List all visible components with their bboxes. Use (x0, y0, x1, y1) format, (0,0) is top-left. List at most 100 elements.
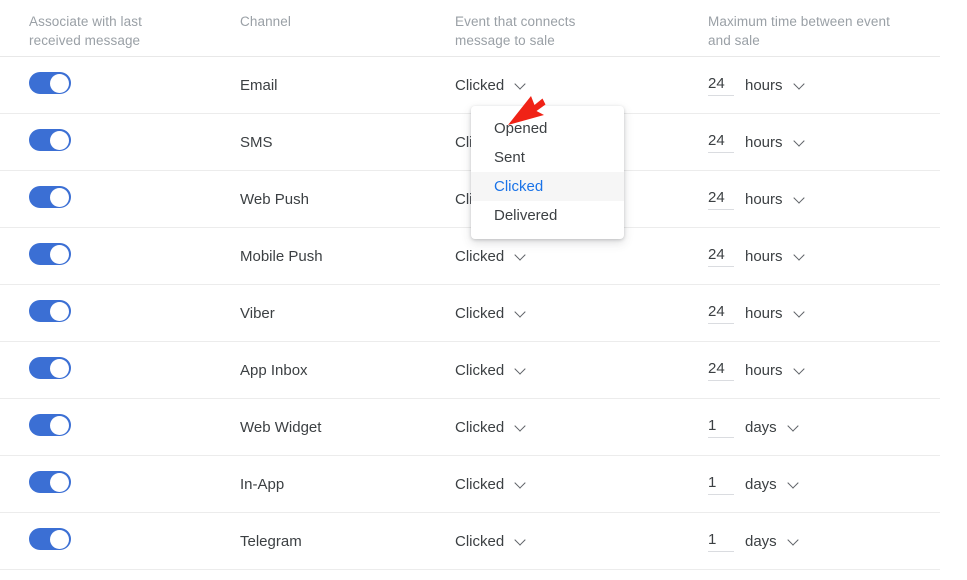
chevron-down-icon (516, 479, 527, 490)
event-cell: Clicked (444, 476, 704, 493)
event-select-value: Clicked (455, 532, 505, 550)
toggle-knob (50, 301, 69, 321)
time-unit-value: hours (745, 361, 783, 379)
channel-name: Web Push (240, 190, 309, 208)
event-select-value: Clicked (455, 304, 505, 322)
max-time-amount-input[interactable]: 24 (708, 75, 734, 96)
max-time-group: 24 hours (708, 303, 806, 324)
time-unit-select-4[interactable]: hours (745, 305, 806, 322)
event-cell: Clicked (444, 533, 704, 550)
toggle-cell (0, 357, 234, 383)
channel-name: App Inbox (240, 361, 308, 379)
time-unit-select-5[interactable]: hours (745, 362, 806, 379)
max-time-amount-input[interactable]: 24 (708, 132, 734, 153)
time-unit-select-8[interactable]: days (745, 533, 800, 550)
max-time-group: 24 hours (708, 246, 806, 267)
channel-name: Email (240, 76, 278, 94)
time-unit-value: hours (745, 247, 783, 265)
chevron-down-icon (795, 194, 806, 205)
time-unit-value: days (745, 532, 777, 550)
time-cell: 1 days (704, 531, 940, 552)
dropdown-option-opened[interactable]: Opened (471, 114, 624, 143)
event-select-5[interactable]: Clicked (455, 362, 527, 379)
event-dropdown-menu[interactable]: Opened Sent Clicked Delivered (471, 106, 624, 239)
time-unit-select-0[interactable]: hours (745, 77, 806, 94)
time-cell: 1 days (704, 474, 940, 495)
max-time-group: 1 days (708, 417, 800, 438)
associate-toggle-email[interactable] (29, 72, 71, 94)
event-select-3[interactable]: Clicked (455, 248, 527, 265)
chevron-down-icon (516, 422, 527, 433)
chevron-down-icon (795, 308, 806, 319)
table-row: In-App Clicked 1 days (0, 456, 940, 513)
table-row: App Inbox Clicked 24 hours (0, 342, 940, 399)
toggle-knob (50, 187, 69, 207)
time-unit-value: days (745, 475, 777, 493)
table-header-row: Associate with last received message Cha… (0, 0, 940, 57)
associate-toggle-telegram[interactable] (29, 528, 71, 550)
chevron-down-icon (795, 137, 806, 148)
associate-toggle-in-app[interactable] (29, 471, 71, 493)
associate-toggle-web-widget[interactable] (29, 414, 71, 436)
toggle-knob (50, 73, 69, 93)
time-cell: 24 hours (704, 303, 940, 324)
time-unit-value: hours (745, 133, 783, 151)
toggle-cell (0, 414, 234, 440)
table-row: Web Push Clicked 24 hours (0, 171, 940, 228)
max-time-amount-input[interactable]: 1 (708, 474, 734, 495)
dropdown-option-sent[interactable]: Sent (471, 143, 624, 172)
associate-toggle-mobile-push[interactable] (29, 243, 71, 265)
max-time-amount-input[interactable]: 24 (708, 189, 734, 210)
chevron-down-icon (789, 536, 800, 547)
event-select-value: Clicked (455, 418, 505, 436)
time-cell: 24 hours (704, 75, 940, 96)
event-select-value: Clicked (455, 361, 505, 379)
time-cell: 24 hours (704, 246, 940, 267)
max-time-amount-input[interactable]: 24 (708, 303, 734, 324)
time-unit-select-6[interactable]: days (745, 419, 800, 436)
event-select-8[interactable]: Clicked (455, 533, 527, 550)
associate-toggle-sms[interactable] (29, 129, 71, 151)
toggle-knob (50, 529, 69, 549)
max-time-amount-input[interactable]: 1 (708, 417, 734, 438)
time-unit-select-2[interactable]: hours (745, 191, 806, 208)
toggle-cell (0, 471, 234, 497)
max-time-amount-input[interactable]: 24 (708, 360, 734, 381)
event-cell: Clicked (444, 419, 704, 436)
toggle-cell (0, 72, 234, 98)
max-time-amount-input[interactable]: 24 (708, 246, 734, 267)
header-associate-with-last-received-message: Associate with last received message (29, 14, 142, 48)
event-select-0[interactable]: Clicked (455, 77, 527, 94)
max-time-group: 1 days (708, 474, 800, 495)
toggle-cell (0, 129, 234, 155)
toggle-cell (0, 528, 234, 554)
toggle-knob (50, 472, 69, 492)
header-channel: Channel (240, 14, 291, 29)
event-select-7[interactable]: Clicked (455, 476, 527, 493)
event-select-4[interactable]: Clicked (455, 305, 527, 322)
chevron-down-icon (789, 422, 800, 433)
dropdown-option-delivered[interactable]: Delivered (471, 201, 624, 230)
associate-toggle-web-push[interactable] (29, 186, 71, 208)
toggle-cell (0, 243, 234, 269)
chevron-down-icon (795, 80, 806, 91)
toggle-cell (0, 300, 234, 326)
time-unit-select-1[interactable]: hours (745, 134, 806, 151)
associate-toggle-app-inbox[interactable] (29, 357, 71, 379)
time-unit-select-7[interactable]: days (745, 476, 800, 493)
toggle-knob (50, 415, 69, 435)
table-row: Telegram Clicked 1 days (0, 513, 940, 570)
associate-toggle-viber[interactable] (29, 300, 71, 322)
time-unit-select-3[interactable]: hours (745, 248, 806, 265)
event-select-value: Clicked (455, 247, 505, 265)
table-row: SMSClicked24hours (0, 114, 940, 171)
time-unit-value: hours (745, 304, 783, 322)
chevron-down-icon (795, 365, 806, 376)
table-row: Email Clicked 24 hours (0, 57, 940, 114)
dropdown-option-clicked[interactable]: Clicked (471, 172, 624, 201)
max-time-amount-input[interactable]: 1 (708, 531, 734, 552)
chevron-down-icon (516, 80, 527, 91)
channel-name: Telegram (240, 532, 302, 550)
event-cell: Clicked (444, 305, 704, 322)
event-select-6[interactable]: Clicked (455, 419, 527, 436)
